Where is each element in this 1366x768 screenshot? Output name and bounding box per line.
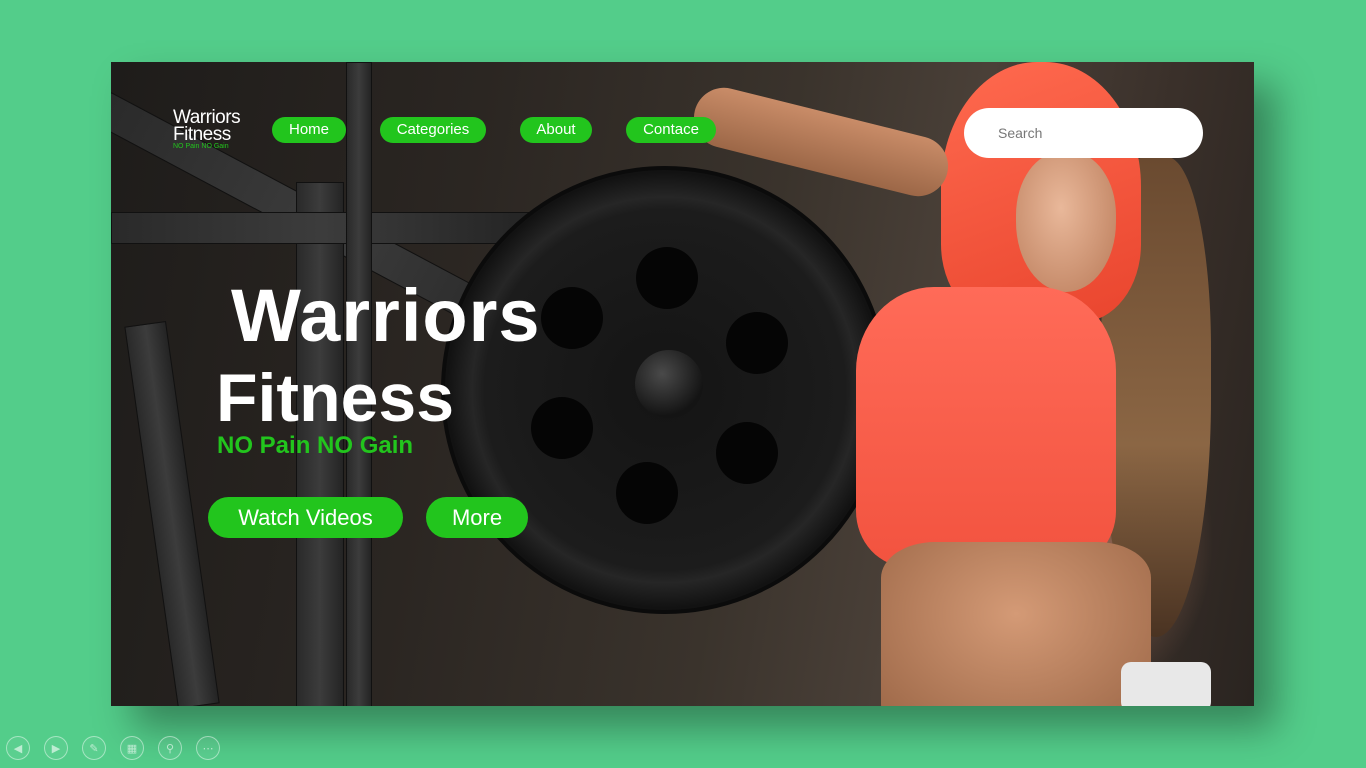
weight-plate-hole bbox=[541, 287, 603, 349]
model-top bbox=[856, 287, 1116, 567]
model-face bbox=[1016, 152, 1116, 292]
watch-videos-button[interactable]: Watch Videos bbox=[208, 497, 403, 538]
zoom-icon[interactable]: ⚲ bbox=[158, 736, 182, 760]
weight-plate-hole bbox=[726, 312, 788, 374]
presentation-stage: Warriors Fitness NO Pain NO Gain Home Ca… bbox=[0, 0, 1366, 768]
nav-contact-button[interactable]: Contace bbox=[626, 117, 716, 143]
model-torso bbox=[881, 542, 1151, 706]
model-shorts bbox=[1121, 662, 1211, 706]
hero-title-line1: Warriors bbox=[231, 274, 541, 357]
slides-icon[interactable]: ▦ bbox=[120, 736, 144, 760]
search-input[interactable] bbox=[964, 108, 1203, 158]
weight-plate-hole bbox=[616, 462, 678, 524]
logo-line2: Fitness bbox=[173, 124, 231, 145]
more-button[interactable]: More bbox=[426, 497, 528, 538]
previous-icon[interactable]: ◀ bbox=[6, 736, 30, 760]
machine-frame bbox=[111, 212, 533, 244]
website-hero-slide: Warriors Fitness NO Pain NO Gain Home Ca… bbox=[111, 62, 1254, 706]
weight-plate-hole bbox=[636, 247, 698, 309]
nav-home-button[interactable]: Home bbox=[272, 117, 346, 143]
machine-frame bbox=[124, 320, 220, 706]
nav-about-button[interactable]: About bbox=[520, 117, 592, 143]
hero-tagline: NO Pain NO Gain bbox=[217, 432, 414, 459]
pen-icon[interactable]: ✎ bbox=[82, 736, 106, 760]
weight-plate-hole bbox=[531, 397, 593, 459]
more-icon[interactable]: ⋯ bbox=[196, 736, 220, 760]
nav-categories-button[interactable]: Categories bbox=[380, 117, 486, 143]
weight-plate-hole bbox=[716, 422, 778, 484]
site-logo[interactable]: Warriors Fitness NO Pain NO Gain bbox=[173, 108, 241, 151]
hero-title-line2: Fitness bbox=[216, 360, 455, 436]
next-icon[interactable]: ▶ bbox=[44, 736, 68, 760]
weight-plate-hub bbox=[635, 350, 703, 418]
